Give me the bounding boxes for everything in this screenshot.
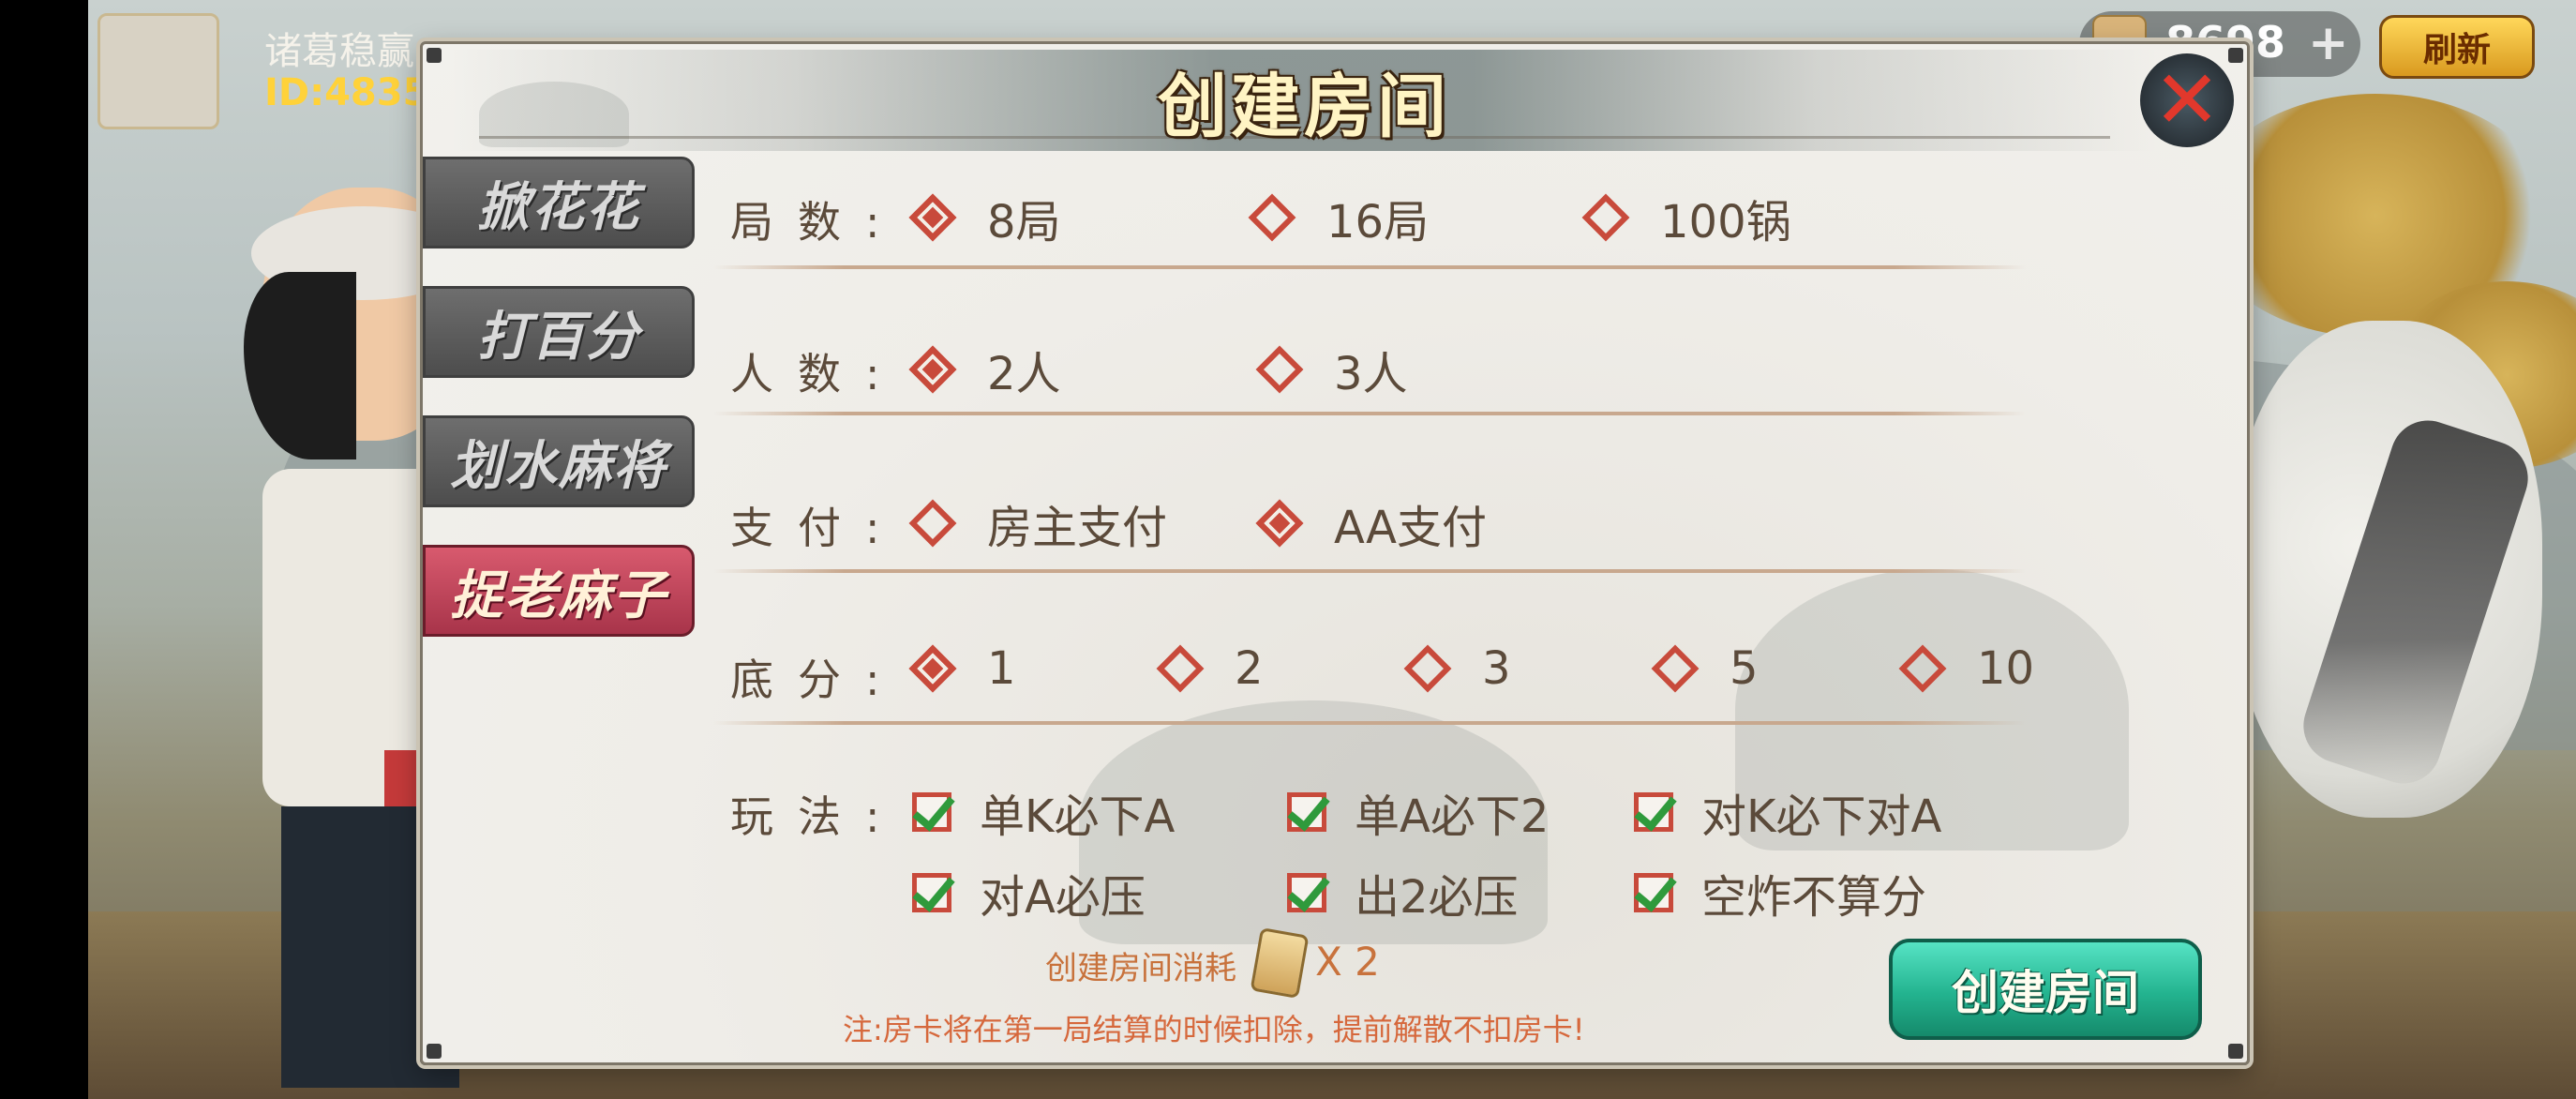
- radio-diamond-icon: [908, 345, 957, 394]
- rounds-label: 局数:: [730, 197, 905, 248]
- room-card-notice: 注:房卡将在第一局结算的时候扣除，提前解散不扣房卡!: [843, 1012, 1585, 1047]
- separator: [713, 721, 2026, 725]
- option-text: 2: [1235, 642, 1264, 695]
- rules-label: 玩法:: [730, 791, 905, 842]
- option-text: 对A必压: [980, 871, 1146, 918]
- base-score-label: 底分:: [730, 655, 905, 705]
- refresh-button[interactable]: 刷新: [2379, 15, 2535, 79]
- radio-diamond-icon: [1898, 644, 1947, 693]
- tab-dabaifen[interactable]: 打百分: [423, 286, 695, 378]
- rules-scroll-area[interactable]: 对A必压 出2必压 空炸不算分: [835, 860, 2185, 918]
- tab-label: 划水麻将: [450, 434, 667, 497]
- separator: [713, 569, 2026, 573]
- tab-huashui-majiang[interactable]: 划水麻将: [423, 415, 695, 507]
- checkbox-checked-icon: [1634, 873, 1673, 912]
- players-option-3[interactable]: 3人: [1255, 337, 1408, 402]
- dialog-title: 创建房间: [1158, 66, 1450, 147]
- tab-label: 掀花花: [477, 175, 640, 238]
- tab-label: 打百分: [477, 305, 640, 368]
- rule-empty-bomb-no-score[interactable]: 空炸不算分: [1634, 860, 1926, 918]
- radio-diamond-icon: [1651, 644, 1700, 693]
- corner-rivet: [2228, 48, 2243, 63]
- tab-zhuolaomazi[interactable]: 捉老麻子: [423, 545, 695, 637]
- avatar[interactable]: [97, 13, 219, 129]
- option-text: 5: [1730, 642, 1759, 695]
- option-text: 16局: [1326, 196, 1430, 248]
- player-name: 诸葛稳赢: [264, 30, 414, 73]
- radio-diamond-icon: [1581, 193, 1630, 242]
- corner-rivet: [427, 48, 442, 63]
- cost-value: X 2: [1315, 939, 1380, 985]
- option-text: 10: [1977, 642, 2035, 695]
- rule-2-must-beat[interactable]: 出2必压: [1287, 860, 1519, 918]
- room-card-key-icon: [1250, 927, 1310, 999]
- ink-branch: [2293, 411, 2539, 793]
- radio-diamond-icon: [1255, 345, 1304, 394]
- base-score-option-2[interactable]: 2: [1156, 642, 1264, 695]
- corner-rivet: [2228, 1044, 2243, 1059]
- rule-single-a-2[interactable]: 单A必下2: [1287, 779, 1549, 845]
- option-text: 100锅: [1660, 196, 1791, 248]
- option-text: 单A必下2: [1355, 790, 1550, 843]
- checkbox-checked-icon: [912, 873, 951, 912]
- create-room-button[interactable]: 创建房间: [1889, 939, 2202, 1040]
- radio-diamond-icon: [908, 499, 957, 548]
- cost-label: 创建房间消耗: [1045, 950, 1236, 987]
- rounds-option-100[interactable]: 100锅: [1581, 185, 1791, 250]
- option-text: 出2必压: [1355, 871, 1519, 918]
- option-text: 空炸不算分: [1701, 871, 1927, 918]
- separator: [713, 265, 2026, 269]
- option-text: 1: [987, 642, 1016, 695]
- base-score-option-1[interactable]: 1: [908, 642, 1016, 695]
- rule-pair-a-must-beat[interactable]: 对A必压: [912, 860, 1146, 918]
- option-text: 8局: [987, 196, 1061, 248]
- payment-option-host[interactable]: 房主支付: [908, 490, 1167, 556]
- add-coins-button[interactable]: +: [2308, 19, 2349, 68]
- option-text: 3: [1482, 642, 1511, 695]
- checkbox-checked-icon: [912, 792, 951, 832]
- radio-diamond-icon: [1248, 193, 1296, 242]
- radio-diamond-icon: [1156, 644, 1205, 693]
- base-score-option-3[interactable]: 3: [1403, 642, 1511, 695]
- separator: [713, 412, 2026, 415]
- option-text: 单K必下A: [980, 790, 1176, 843]
- base-score-option-5[interactable]: 5: [1651, 642, 1759, 695]
- radio-diamond-icon: [1403, 644, 1452, 693]
- rounds-option-16[interactable]: 16局: [1248, 185, 1429, 250]
- option-text: 3人: [1334, 348, 1408, 400]
- option-text: 对K必下对A: [1701, 790, 1942, 843]
- players-option-2[interactable]: 2人: [908, 337, 1061, 402]
- checkbox-checked-icon: [1287, 792, 1326, 832]
- paper-umbrella-decoration: [2233, 321, 2542, 818]
- radio-diamond-icon: [1255, 499, 1304, 548]
- players-label: 人数:: [730, 349, 905, 399]
- payment-label: 支付:: [730, 503, 905, 553]
- rule-pair-k-a[interactable]: 对K必下对A: [1634, 779, 1941, 845]
- radio-diamond-icon: [908, 644, 957, 693]
- base-score-option-10[interactable]: 10: [1898, 642, 2034, 695]
- close-button[interactable]: ✕: [2140, 53, 2234, 147]
- rounds-option-8[interactable]: 8局: [908, 185, 1061, 250]
- option-text: AA支付: [1334, 502, 1488, 554]
- tab-xianhuahua[interactable]: 掀花花: [423, 157, 695, 248]
- close-icon: ✕: [2152, 53, 2222, 147]
- option-text: 2人: [987, 348, 1061, 400]
- tab-label: 捉老麻子: [450, 564, 667, 626]
- checkbox-checked-icon: [1287, 873, 1326, 912]
- payment-option-aa[interactable]: AA支付: [1255, 490, 1487, 556]
- corner-rivet: [427, 1044, 442, 1059]
- checkbox-checked-icon: [1634, 792, 1673, 832]
- rule-single-k-a[interactable]: 单K必下A: [912, 779, 1175, 845]
- radio-diamond-icon: [908, 193, 957, 242]
- player-id: ID:4835: [264, 71, 429, 114]
- create-room-dialog: 创建房间 ✕ 掀花花 打百分 划水麻将 捉老麻子 局数: 8局 16局 100锅…: [420, 41, 2250, 1065]
- option-text: 房主支付: [987, 502, 1168, 554]
